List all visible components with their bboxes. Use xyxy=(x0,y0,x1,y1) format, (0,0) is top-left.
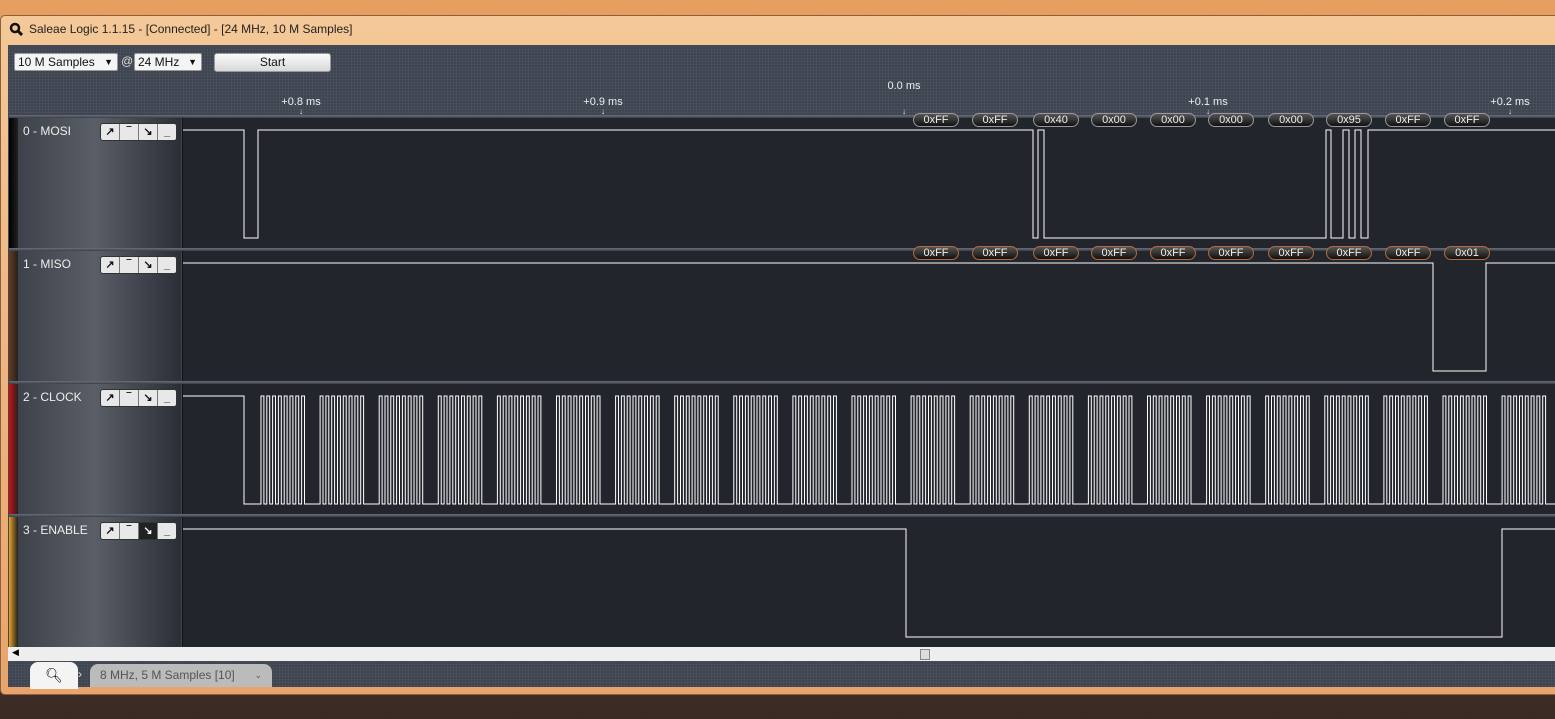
trigger-high-button[interactable]: ‾ xyxy=(120,523,139,539)
tab-scroll-icon[interactable]: › xyxy=(78,667,82,681)
trigger-high-button[interactable]: ‾ xyxy=(120,390,139,406)
channel-name[interactable]: 2 - CLOCK xyxy=(23,390,82,404)
decoded-byte-mosi[interactable]: 0x00 xyxy=(1208,113,1254,127)
channel-name[interactable]: 1 - MISO xyxy=(23,257,71,271)
decoded-byte-mosi[interactable]: 0xFF xyxy=(972,113,1018,127)
channel-color-bar xyxy=(9,251,18,381)
decoded-byte-miso[interactable]: 0xFF xyxy=(1033,246,1079,260)
start-button[interactable]: Start xyxy=(214,53,331,72)
trigger-falling-button[interactable]: ↘ xyxy=(139,124,158,140)
samples-value: 10 M Samples xyxy=(18,55,95,69)
channel-name[interactable]: 3 - ENABLE xyxy=(23,523,88,537)
signal-trace xyxy=(183,262,1555,372)
decoded-byte-mosi[interactable]: 0x95 xyxy=(1326,113,1372,127)
decoded-byte-mosi[interactable]: 0x00 xyxy=(1268,113,1314,127)
signal-trace xyxy=(183,528,1555,638)
waveform-miso[interactable] xyxy=(182,251,1555,381)
rate-select[interactable]: 24 MHz ▼ xyxy=(134,53,202,71)
trigger-rising-button[interactable]: ↗ xyxy=(101,390,120,406)
decoded-byte-miso[interactable]: 0xFF xyxy=(913,246,959,260)
magnifier-icon xyxy=(9,22,23,36)
channel-label-panel: 0 - MOSI ↗ ‾ ↘ _ xyxy=(9,118,181,248)
decoded-byte-miso[interactable]: 0xFF xyxy=(1091,246,1137,260)
chevron-down-icon: ▼ xyxy=(188,57,197,67)
trigger-rising-button[interactable]: ↗ xyxy=(101,257,120,273)
at-label: @ xyxy=(121,54,134,68)
trigger-low-button[interactable]: _ xyxy=(158,390,176,406)
decoded-byte-miso[interactable]: 0xFF xyxy=(1150,246,1196,260)
zero-time-label: 0.0 ms xyxy=(887,80,921,92)
decoded-byte-mosi[interactable]: 0xFF xyxy=(913,113,959,127)
waveform-clock[interactable] xyxy=(182,384,1555,514)
decoded-byte-mosi[interactable]: 0x00 xyxy=(1150,113,1196,127)
trigger-falling-button[interactable]: ↘ xyxy=(139,523,158,539)
capture-tabs: 🔍︎ › 8 MHz, 5 M Samples [10] ⌄ xyxy=(8,662,1555,690)
trigger-rising-button[interactable]: ↗ xyxy=(101,124,120,140)
decoded-byte-mosi[interactable]: 0xFF xyxy=(1444,113,1490,127)
trigger-buttons: ↗ ‾ ↘ _ xyxy=(100,522,177,540)
scroll-left-icon[interactable]: ◀ xyxy=(12,647,19,658)
decoded-byte-miso[interactable]: 0xFF xyxy=(1268,246,1314,260)
window-title: Saleae Logic 1.1.15 - [Connected] - [24 … xyxy=(29,22,353,36)
channel-label-panel: 3 - ENABLE ↗ ‾ ↘ _ xyxy=(9,517,181,647)
trigger-low-button[interactable]: _ xyxy=(158,523,176,539)
decoded-byte-miso[interactable]: 0x01 xyxy=(1444,246,1490,260)
channel-color-bar xyxy=(9,517,18,647)
channel-label-panel: 1 - MISO ↗ ‾ ↘ _ xyxy=(9,251,181,381)
decoded-byte-mosi[interactable]: 0xFF xyxy=(1385,113,1431,127)
capture-tab[interactable]: 8 MHz, 5 M Samples [10] ⌄ xyxy=(90,664,272,687)
decoded-byte-miso[interactable]: 0xFF xyxy=(1385,246,1431,260)
chevron-down-icon: ▼ xyxy=(104,57,113,67)
rate-value: 24 MHz xyxy=(138,55,180,69)
trigger-falling-button[interactable]: ↘ xyxy=(139,390,158,406)
horizontal-scrollbar[interactable]: ◀ xyxy=(8,647,1555,661)
capture-tab-label: 8 MHz, 5 M Samples [10] xyxy=(100,668,235,682)
scroll-thumb[interactable] xyxy=(920,649,930,660)
search-tab[interactable]: 🔍︎ xyxy=(30,662,78,689)
trigger-high-button[interactable]: ‾ xyxy=(120,257,139,273)
trigger-falling-button[interactable]: ↘ xyxy=(139,257,158,273)
samples-select[interactable]: 10 M Samples ▼ xyxy=(14,53,118,71)
trigger-rising-button[interactable]: ↗ xyxy=(101,523,120,539)
title-bar: Saleae Logic 1.1.15 - [Connected] - [24 … xyxy=(9,22,353,36)
channel-row-mosi: 0 - MOSI ↗ ‾ ↘ _ xyxy=(9,115,1555,248)
trigger-high-button[interactable]: ‾ xyxy=(120,124,139,140)
waveform-mosi[interactable] xyxy=(182,118,1555,248)
channel-label-panel: 2 - CLOCK ↗ ‾ ↘ _ xyxy=(9,384,181,514)
trigger-low-button[interactable]: _ xyxy=(158,257,176,273)
decoded-byte-miso[interactable]: 0xFF xyxy=(1208,246,1254,260)
client-area: 10 M Samples ▼ @ 24 MHz ▼ Start +0.8 ms +0… xyxy=(8,45,1555,690)
waveform-enable[interactable] xyxy=(182,517,1555,647)
channel-row-clock: 2 - CLOCK ↗ ‾ ↘ _ xyxy=(9,381,1555,514)
search-icon: 🔍︎ xyxy=(45,667,63,683)
app-window: Saleae Logic 1.1.15 - [Connected] - [24 … xyxy=(0,15,1555,695)
trigger-buttons: ↗ ‾ ↘ _ xyxy=(100,389,177,407)
chevron-down-icon: ⌄ xyxy=(254,670,262,680)
decoded-byte-mosi[interactable]: 0x00 xyxy=(1091,113,1137,127)
decoded-byte-miso[interactable]: 0xFF xyxy=(1326,246,1372,260)
trigger-low-button[interactable]: _ xyxy=(158,124,176,140)
channel-name[interactable]: 0 - MOSI xyxy=(23,124,71,138)
decoded-byte-miso[interactable]: 0xFF xyxy=(972,246,1018,260)
signal-trace xyxy=(183,395,1555,505)
channel-color-bar xyxy=(9,118,18,248)
channel-color-bar xyxy=(9,384,18,514)
channel-row-miso: 1 - MISO ↗ ‾ ↘ _ xyxy=(9,248,1555,381)
signal-trace xyxy=(183,129,1555,239)
decoded-byte-mosi[interactable]: 0x40 xyxy=(1033,113,1079,127)
trigger-buttons: ↗ ‾ ↘ _ xyxy=(100,256,177,274)
channel-row-enable: 3 - ENABLE ↗ ‾ ↘ _ xyxy=(9,514,1555,647)
trigger-buttons: ↗ ‾ ↘ _ xyxy=(100,123,177,141)
